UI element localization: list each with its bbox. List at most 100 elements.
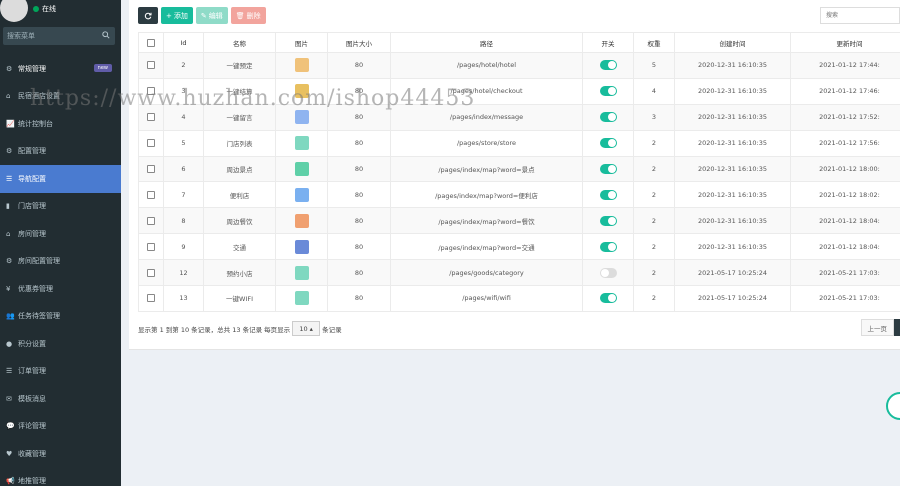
store-icon: ▮ bbox=[6, 202, 10, 211]
table-search-input[interactable] bbox=[820, 7, 900, 24]
toolbar: + 添加 ✎ 编辑 🗑 删除 bbox=[138, 7, 266, 25]
column-header-switch[interactable]: 开关 bbox=[582, 32, 634, 53]
thumbnail-image[interactable] bbox=[294, 239, 309, 254]
sidebar-item-11[interactable]: ☰ 订单管理 bbox=[0, 358, 121, 386]
status-toggle[interactable] bbox=[599, 241, 617, 252]
sidebar-item-1[interactable]: ⌂ 民宿酒店设置 bbox=[0, 83, 121, 111]
created-cell: 2020-12-31 16:10:35 bbox=[674, 129, 791, 157]
prev-page-button[interactable]: 上一页 bbox=[860, 319, 894, 336]
envelope-icon: ✉ bbox=[6, 394, 12, 403]
column-header-image-size[interactable]: 图片大小 bbox=[327, 32, 391, 53]
sidebar-item-6[interactable]: ⌂ 房间管理 bbox=[0, 220, 121, 248]
sidebar-item-label: 收藏管理 bbox=[18, 449, 46, 458]
thumbnail-image[interactable] bbox=[294, 291, 309, 306]
thumbnail-image[interactable] bbox=[294, 136, 309, 151]
status-toggle[interactable] bbox=[599, 112, 617, 123]
sidebar-item-14[interactable]: ♥ 收藏管理 bbox=[0, 440, 121, 468]
column-header-created[interactable]: 创建时间 bbox=[674, 32, 791, 53]
pagination-suffix: 条记录 bbox=[322, 325, 342, 334]
row-checkbox[interactable] bbox=[147, 113, 155, 122]
table-row[interactable]: 7 便利店 80/pages/index/map?word=便利店 2 2020-12-… bbox=[138, 181, 900, 209]
sidebar-item-8[interactable]: ¥ 优惠券管理 bbox=[0, 275, 121, 303]
row-checkbox[interactable] bbox=[147, 61, 155, 70]
sidebar-item-9[interactable]: 👥 任务待签管理 bbox=[0, 303, 121, 331]
size-cell: 80 bbox=[327, 77, 391, 105]
row-checkbox[interactable] bbox=[147, 87, 155, 96]
select-cell bbox=[138, 207, 164, 235]
list-icon: ☰ bbox=[6, 367, 13, 376]
column-header-image[interactable]: 图片 bbox=[275, 32, 328, 53]
thumbnail-image[interactable] bbox=[294, 162, 309, 176]
column-header-id[interactable]: Id bbox=[163, 32, 204, 53]
table-row[interactable]: 9 交通 80/pages/index/map?word=交通 2 2020-12-31… bbox=[138, 233, 900, 261]
status-toggle[interactable] bbox=[599, 138, 617, 149]
sidebar-item-13[interactable]: 💬 评论管理 bbox=[0, 413, 121, 441]
sidebar-item-10[interactable]: ● 积分设置 bbox=[0, 330, 121, 358]
table-row[interactable]: 3 一键结算 80/pages/hotel/checkout 4 2020-12-31 … bbox=[138, 77, 900, 105]
status-toggle[interactable] bbox=[599, 60, 617, 71]
column-header-updated[interactable]: 更新时间 bbox=[790, 32, 900, 53]
row-checkbox[interactable] bbox=[147, 190, 155, 199]
sidebar-item-4[interactable]: ☰ 导航配置 bbox=[0, 165, 121, 193]
cogs-icon: ⚙ bbox=[6, 64, 13, 73]
status-toggle[interactable] bbox=[599, 189, 617, 200]
column-header-name[interactable]: 名称 bbox=[203, 32, 276, 53]
sidebar-item-label: 配置管理 bbox=[18, 147, 46, 156]
menu-search-input[interactable] bbox=[7, 30, 97, 42]
row-checkbox[interactable] bbox=[147, 268, 155, 277]
avatar[interactable] bbox=[0, 0, 28, 22]
row-checkbox[interactable] bbox=[147, 216, 155, 225]
status-toggle[interactable] bbox=[599, 293, 617, 304]
edit-button[interactable]: ✎ 编辑 bbox=[195, 7, 228, 24]
table-row[interactable]: 12 预约小店 80/pages/goods/category 2 2021-05-17… bbox=[138, 259, 900, 287]
select-all-checkbox[interactable] bbox=[147, 38, 155, 47]
status-toggle[interactable] bbox=[599, 267, 617, 278]
row-checkbox[interactable] bbox=[147, 139, 155, 148]
sidebar-item-0[interactable]: ⚙ 常规管理 new bbox=[0, 55, 121, 83]
column-header-path[interactable]: 路径 bbox=[390, 32, 583, 53]
delete-button[interactable]: 🗑 删除 bbox=[230, 7, 266, 24]
sidebar-item-12[interactable]: ✉ 模板消息 bbox=[0, 385, 121, 413]
table-row[interactable]: 5 门店列表 80/pages/store/store 2 2020-12-31 16:… bbox=[138, 129, 900, 157]
updated-cell: 2021-01-12 17:44: bbox=[790, 52, 900, 79]
thumbnail-image[interactable] bbox=[294, 213, 309, 228]
navigation-icon: ☰ bbox=[6, 174, 13, 183]
row-checkbox[interactable] bbox=[147, 165, 155, 173]
column-header-weight[interactable]: 权重 bbox=[633, 32, 675, 53]
page-size-select[interactable]: 10 ▴ bbox=[292, 321, 321, 336]
refresh-button[interactable] bbox=[138, 7, 158, 24]
row-checkbox[interactable] bbox=[147, 294, 155, 303]
thumbnail-image[interactable] bbox=[294, 110, 309, 125]
name-cell: 一键留言 bbox=[203, 103, 276, 131]
row-checkbox[interactable] bbox=[147, 242, 155, 251]
sidebar-item-5[interactable]: ▮ 门店管理 bbox=[0, 193, 121, 221]
table-row[interactable]: 6 周边景点 80/pages/index/map?word=景点 2 2020-12-… bbox=[138, 155, 900, 183]
thumbnail-image[interactable] bbox=[294, 187, 309, 202]
current-page-button[interactable] bbox=[894, 319, 900, 336]
table-row[interactable]: 2 一键预定 80/pages/hotel/hotel 5 2020-12-31 16:… bbox=[138, 52, 900, 79]
status-toggle[interactable] bbox=[599, 164, 617, 174]
thumbnail-image[interactable] bbox=[294, 84, 309, 99]
sidebar-item-3[interactable]: ⚙ 配置管理 bbox=[0, 138, 121, 166]
created-cell: 2020-12-31 16:10:35 bbox=[674, 103, 791, 131]
sidebar-item-7[interactable]: ⚙ 房间配置管理 bbox=[0, 248, 121, 276]
thumbnail-image[interactable] bbox=[294, 265, 309, 280]
table-row[interactable]: 8 周边餐饮 80/pages/index/map?word=餐饮 2 2020-12-… bbox=[138, 207, 900, 235]
table-row[interactable]: 4 一键留言 80/pages/index/message 3 2020-12-31 1… bbox=[138, 103, 900, 131]
thumbnail-image[interactable] bbox=[294, 58, 309, 73]
status-toggle[interactable] bbox=[599, 86, 617, 97]
status-toggle[interactable] bbox=[599, 215, 617, 226]
pencil-icon: ✎ bbox=[200, 11, 207, 20]
search-icon[interactable] bbox=[102, 31, 110, 39]
sidebar-item-15[interactable]: 📢 地推管理 bbox=[0, 468, 121, 486]
add-button[interactable]: + 添加 bbox=[161, 7, 193, 24]
size-cell: 80 bbox=[327, 233, 391, 261]
chat-widget-icon[interactable] bbox=[886, 392, 900, 420]
sidebar-menu: ⚙ 常规管理 new ⌂ 民宿酒店设置 📈 统计控制台 ⚙ 配置管理 ☰ 导航配置 ▮ 门店管理 ⌂ 房间管… bbox=[0, 55, 121, 486]
table-row[interactable]: 13 一键WIFI 80/pages/wifi/wifi 2 2021-05-17 10… bbox=[138, 285, 900, 312]
sidebar-item-2[interactable]: 📈 统计控制台 bbox=[0, 110, 121, 138]
gear-icon: ⚙ bbox=[6, 147, 13, 156]
path-cell: /pages/hotel/checkout bbox=[390, 77, 583, 105]
weight-cell: 2 bbox=[633, 181, 675, 209]
updated-cell: 2021-01-12 18:00: bbox=[790, 155, 900, 183]
